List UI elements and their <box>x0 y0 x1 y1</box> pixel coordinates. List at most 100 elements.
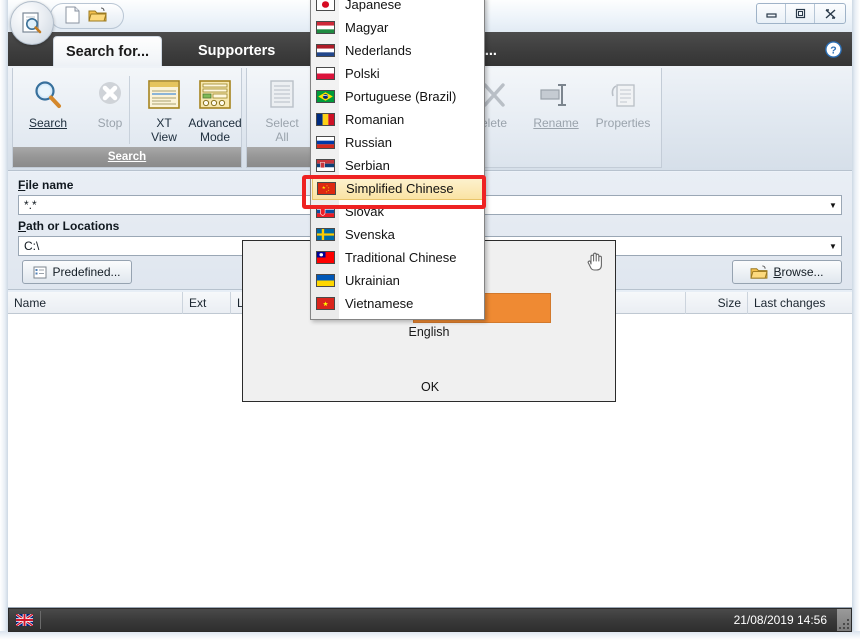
pl-flag-icon <box>316 67 335 80</box>
language-option-magyar[interactable]: Magyar <box>312 16 484 39</box>
language-option-label: Ukrainian <box>345 273 400 288</box>
path-label: Path or Locations <box>18 219 120 233</box>
column-header-ext[interactable]: Ext <box>183 292 231 314</box>
selection-highlight-box <box>302 175 486 209</box>
language-option-label: Polski <box>345 66 380 81</box>
predefined-button[interactable]: Predefined... <box>22 260 132 284</box>
list-icon <box>33 266 47 278</box>
close-button[interactable] <box>815 4 845 23</box>
svg-text:★: ★ <box>322 300 328 308</box>
ru-flag-icon <box>316 136 335 149</box>
chevron-down-icon-path[interactable]: ▼ <box>825 242 841 251</box>
ro-flag-icon <box>316 113 335 126</box>
open-folder-icon-browse <box>750 264 769 279</box>
window-frame-right <box>852 0 860 640</box>
language-option-label: Romanian <box>345 112 405 127</box>
language-option-japanese[interactable]: Japanese <box>312 0 484 16</box>
ribbon-group-search: Search Stop XT View Advanced Mode Search <box>12 68 242 168</box>
language-option-label: Vietnamese <box>345 296 414 311</box>
window-controls <box>756 3 846 24</box>
minimize-button[interactable] <box>757 4 786 23</box>
language-option-vietnamese[interactable]: ★ Vietnamese <box>312 292 484 315</box>
language-option-label: Svenska <box>345 227 395 242</box>
language-dropdown-list[interactable]: Japanese Magyar Nederlands Polski Portuguese… <box>310 0 485 320</box>
window-frame-left <box>0 0 8 640</box>
ribbon-label-advanced: Advanced <box>188 116 242 130</box>
status-datetime: 21/08/2019 14:56 <box>733 613 827 627</box>
open-folder-icon[interactable] <box>88 7 107 26</box>
status-separator <box>40 611 41 629</box>
ribbon-label-properties: Properties <box>595 116 651 130</box>
ribbon-label-all: All <box>275 130 289 144</box>
rename-icon <box>525 74 587 116</box>
ribbon-group-label-search: Search <box>107 151 147 163</box>
resize-grip[interactable] <box>837 609 851 631</box>
ribbon-label-search: Search <box>28 116 68 130</box>
language-option-portuguese-brazil[interactable]: Portuguese (Brazil) <box>312 85 484 108</box>
advanced-mode-icon <box>179 74 251 116</box>
language-option-label: Traditional Chinese <box>345 250 457 265</box>
se-flag-icon <box>316 228 335 241</box>
br-flag-icon <box>316 90 335 103</box>
application-window: Search for... Supporters S t... ? Search… <box>0 0 860 640</box>
chevron-down-icon[interactable]: ▼ <box>825 201 841 210</box>
language-option-label: Serbian <box>345 158 390 173</box>
hu-flag-icon <box>316 21 335 34</box>
ok-button[interactable]: OK <box>380 375 480 399</box>
ua-flag-icon <box>316 274 335 287</box>
language-option-svenska[interactable]: Svenska <box>312 223 484 246</box>
file-name-label-text: ile name <box>25 178 74 192</box>
ribbon-label-stop: Stop <box>97 116 123 130</box>
uk-flag-icon <box>16 614 33 626</box>
language-option-label: Russian <box>345 135 392 150</box>
predefined-label: Predefined... <box>52 265 121 279</box>
selected-language-value: English <box>408 325 450 339</box>
ribbon-button-search[interactable]: Search <box>17 74 79 130</box>
language-option-label: Magyar <box>345 20 389 35</box>
status-flag-cell[interactable] <box>9 609 40 631</box>
tw-flag-icon <box>316 251 335 264</box>
vn-flag-icon: ★ <box>316 297 335 310</box>
ribbon-button-advanced-mode[interactable]: Advanced Mode <box>179 74 251 144</box>
language-option-polski[interactable]: Polski <box>312 62 484 85</box>
application-menu-button[interactable] <box>10 1 54 45</box>
properties-icon <box>585 74 661 116</box>
maximize-button[interactable] <box>786 4 815 23</box>
language-option-label: Portuguese (Brazil) <box>345 89 457 104</box>
ribbon-label-select: Select <box>265 116 299 130</box>
stop-x-circle-icon <box>79 74 141 116</box>
language-option-ukrainian[interactable]: Ukrainian <box>312 269 484 292</box>
language-option-traditional-chinese[interactable]: Traditional Chinese <box>312 246 484 269</box>
tab-search-for[interactable]: Search for... <box>53 36 163 70</box>
language-option-label: Japanese <box>345 0 402 12</box>
tab-supporters[interactable]: Supporters <box>186 36 287 68</box>
ribbon-divider <box>129 76 130 144</box>
browse-label: rowse... <box>781 265 824 279</box>
column-header-name[interactable]: Name <box>8 292 183 314</box>
ribbon-button-rename: Rename <box>525 74 587 130</box>
help-question-icon[interactable]: ? <box>825 41 842 58</box>
new-document-icon[interactable] <box>65 6 80 27</box>
ribbon-label-mode: Mode <box>199 130 231 144</box>
column-header-size[interactable]: Size <box>686 292 748 314</box>
column-header-last-changes[interactable]: Last changes <box>748 292 844 314</box>
language-option-russian[interactable]: Russian <box>312 131 484 154</box>
file-name-label: File name <box>18 178 74 192</box>
svg-text:?: ? <box>830 44 836 56</box>
ribbon-label-rename: Rename <box>533 116 579 130</box>
browse-button[interactable]: Browse... <box>732 260 842 284</box>
ribbon-group-select: Select All <box>246 68 318 168</box>
path-label-text: ath or Locations <box>26 219 120 233</box>
window-frame-bottom <box>0 631 860 640</box>
status-bar: 21/08/2019 14:56 <box>8 608 852 632</box>
quick-access-toolbar <box>50 3 124 29</box>
rs-flag-icon <box>316 159 335 172</box>
ribbon-button-stop: Stop <box>79 74 141 130</box>
jp-flag-icon <box>316 0 335 11</box>
language-option-label: Nederlands <box>345 43 412 58</box>
language-option-romanian[interactable]: Romanian <box>312 108 484 131</box>
ribbon-button-properties: Properties <box>585 74 661 130</box>
language-option-nederlands[interactable]: Nederlands <box>312 39 484 62</box>
language-option-serbian[interactable]: Serbian <box>312 154 484 177</box>
hand-cursor-icon <box>584 250 606 272</box>
